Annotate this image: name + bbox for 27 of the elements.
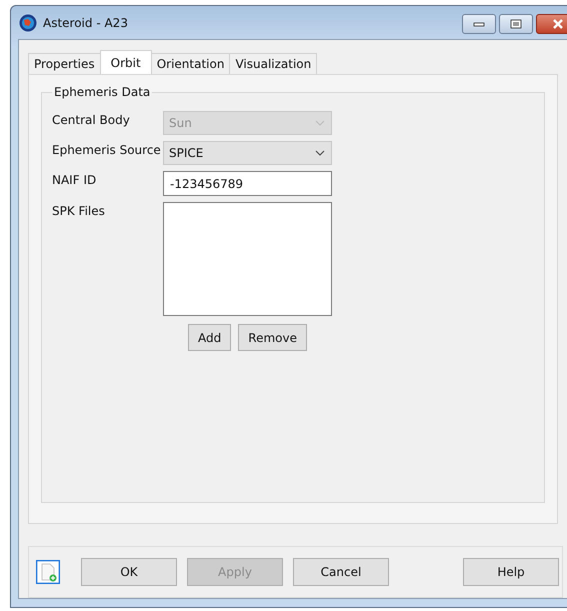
list-box[interactable] xyxy=(163,202,332,316)
field-label: Ephemeris Source xyxy=(52,142,162,157)
tab[interactable]: Orbit xyxy=(100,50,152,74)
dialog-button[interactable]: Cancel xyxy=(293,558,389,586)
field-label: NAIF ID xyxy=(52,172,98,187)
maximize-button[interactable] xyxy=(499,14,533,34)
dialog-button[interactable]: OK xyxy=(81,558,177,586)
tab[interactable]: Visualization xyxy=(229,53,318,74)
group-title: Ephemeris Data xyxy=(53,85,152,99)
maximize-icon xyxy=(510,19,522,29)
chevron-icon xyxy=(315,120,325,126)
field-label: Central Body xyxy=(52,112,131,127)
new-document-icon[interactable] xyxy=(36,560,60,584)
tab[interactable]: Properties xyxy=(28,53,101,74)
window-title: Asteroid - A23 xyxy=(43,16,128,30)
minimize-icon xyxy=(473,21,485,27)
close-icon xyxy=(551,18,565,30)
field-label: SPK Files xyxy=(52,203,106,218)
minimize-button[interactable] xyxy=(462,14,496,34)
close-button[interactable] xyxy=(536,14,567,34)
chevron-icon xyxy=(315,150,325,156)
dialog-button[interactable]: Help xyxy=(463,558,559,586)
input-field[interactable]: -123456789 xyxy=(163,171,332,196)
dropdown[interactable]: SPICE xyxy=(163,141,332,165)
list-button[interactable]: Remove xyxy=(238,324,307,351)
list-button[interactable]: Add xyxy=(188,324,232,351)
globe-icon xyxy=(19,14,37,32)
